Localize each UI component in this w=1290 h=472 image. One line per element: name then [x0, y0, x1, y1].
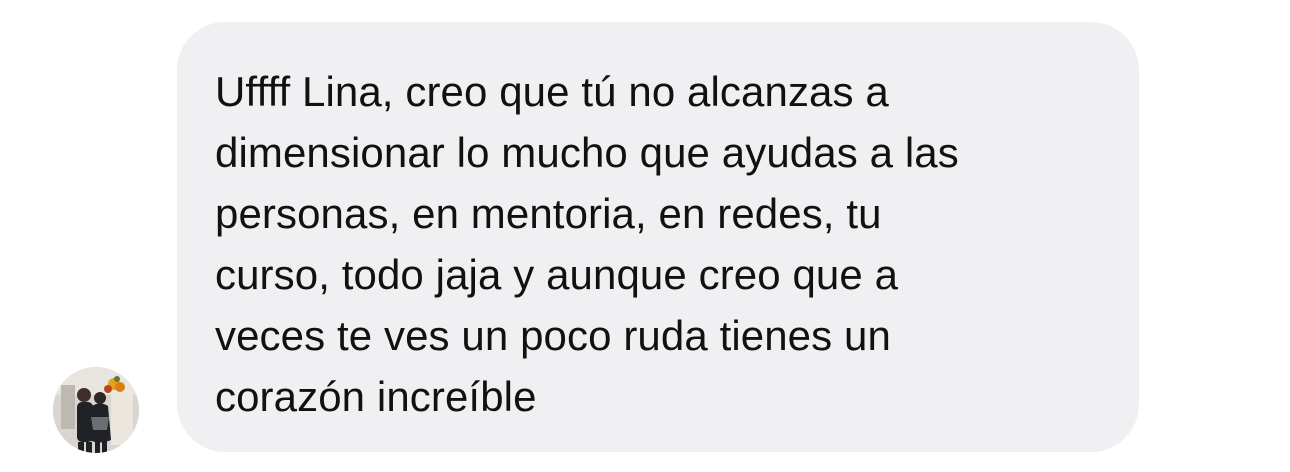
message-line-1: Uffff Lina, creo que tú no alcanzas a — [215, 68, 889, 115]
profile-photo-icon — [53, 367, 139, 453]
sender-avatar[interactable] — [53, 367, 139, 453]
message-line-6: corazón increíble — [215, 373, 537, 420]
message-text: Uffff Lina, creo que tú no alcanzas a di… — [215, 61, 1099, 427]
message-line-3: personas, en mentoria, en redes, tu — [215, 190, 882, 237]
message-line-4: curso, todo jaja y aunque creo que a — [215, 251, 899, 298]
message-line-2: dimensionar lo mucho que ayudas a las — [215, 129, 959, 176]
chat-thread: Uffff Lina, creo que tú no alcanzas a di… — [0, 0, 1290, 472]
incoming-message-bubble[interactable]: Uffff Lina, creo que tú no alcanzas a di… — [177, 22, 1139, 452]
message-line-5: veces te ves un poco ruda tienes un — [215, 312, 891, 359]
